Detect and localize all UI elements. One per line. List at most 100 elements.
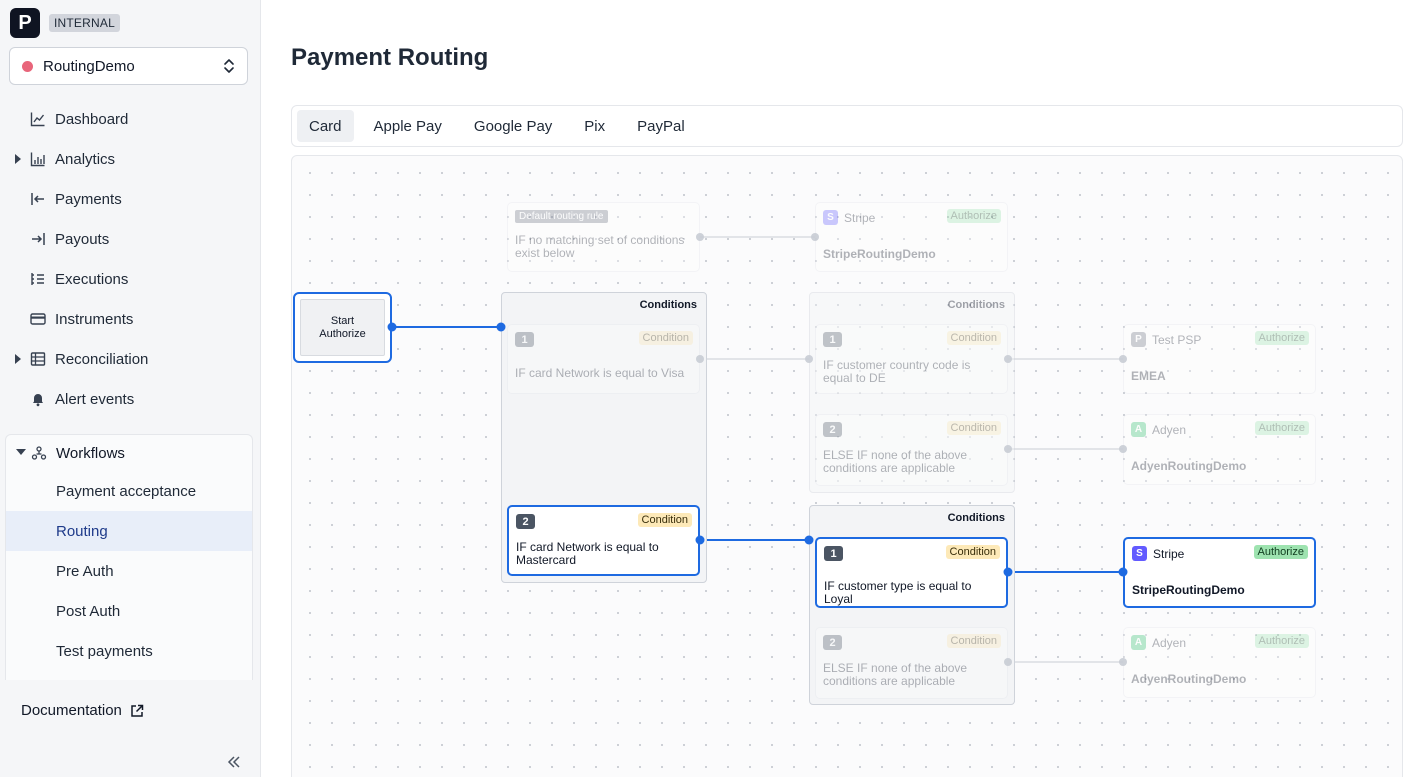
adyen-logo-icon: A [1131,422,1146,437]
stripe-logo-icon: S [823,210,838,225]
psp-header: A Adyen [1131,635,1186,650]
condition-number: 1 [823,332,842,347]
condition-number: 1 [824,546,843,561]
condition-text: IF card Network is equal to Mastercard [516,540,659,567]
psp-node-adyen-2[interactable]: A Adyen Authorize AdyenRoutingDemo [1123,627,1316,698]
psp-account-name: StripeRoutingDemo [1132,583,1245,597]
sidebar-nav: Dashboard Analytics Payments Payouts Exe… [0,99,261,419]
psp-account-name: AdyenRoutingDemo [1131,459,1247,473]
sidebar-item-label: Reconciliation [55,350,149,368]
psp-node-stripe[interactable]: S Stripe Authorize StripeRoutingDemo [1123,537,1316,608]
psp-node-test-psp[interactable]: P Test PSP Authorize EMEA [1123,324,1316,394]
sidebar-item-payments[interactable]: Payments [0,179,261,219]
bar-chart-icon [30,152,45,167]
test-psp-logo-icon: P [1131,332,1146,347]
sidebar-item-payouts[interactable]: Payouts [0,219,261,259]
sidebar-item-dashboard[interactable]: Dashboard [0,99,261,139]
psp-account-name: AdyenRoutingDemo [1131,672,1247,686]
condition-badge: Condition [946,331,1001,345]
condition-node-visa[interactable]: 1 Condition IF card Network is equal to … [507,324,700,394]
condition-node-mastercard[interactable]: 2 Condition IF card Network is equal to … [507,505,700,576]
account-status-dot [22,60,33,72]
documentation-link[interactable]: Documentation [21,702,144,719]
sidebar-item-reconciliation[interactable]: Reconciliation [0,339,261,379]
collapse-sidebar-icon[interactable] [226,754,242,770]
tab-google-pay[interactable]: Google Pay [462,110,564,142]
condition-badge: Condition [946,634,1001,648]
sidebar-item-alert-events[interactable]: Alert events [0,379,261,419]
condition-node-else-2[interactable]: 2 Condition ELSE IF none of the above co… [815,627,1008,699]
sidebar-item-label: Alert events [55,390,135,408]
account-selector[interactable]: RoutingDemo [9,47,248,85]
default-rule-text: IF no matching set of conditions exist b… [515,233,685,260]
sidebar-item-label: Analytics [55,150,116,168]
psp-account-name: EMEA [1131,369,1166,383]
sidebar-subitem-pre-auth[interactable]: Pre Auth [6,551,252,591]
sidebar-item-instruments[interactable]: Instruments [0,299,261,339]
psp-header: S Stripe [823,210,875,225]
condition-node-country-de[interactable]: 1 Condition IF customer country code is … [815,324,1008,394]
caret-right-icon[interactable] [15,354,21,364]
stripe-logo-icon: S [1132,546,1147,561]
sidebar-subitem-test-payments[interactable]: Test payments [6,631,252,671]
condition-text: ELSE IF none of the above conditions are… [823,661,968,688]
brand: P INTERNAL [10,8,120,38]
condition-badge: Condition [638,331,693,345]
conditions-group-title: Conditions [639,299,697,311]
tab-pix[interactable]: Pix [572,110,617,142]
conditions-group-title: Conditions [947,512,1005,524]
documentation-label: Documentation [21,702,122,719]
sidebar-item-label: Workflows [56,444,125,462]
condition-badge: Condition [637,513,692,527]
condition-text: IF customer type is equal to Loyal [824,579,972,606]
default-rule-chip: Default routing rule [515,210,608,223]
page-title: Payment Routing [291,44,489,71]
card-icon [30,313,46,325]
condition-text: ELSE IF none of the above conditions are… [823,448,968,475]
condition-node-else-1[interactable]: 2 Condition ELSE IF none of the above co… [815,414,1008,486]
condition-text: IF card Network is equal to Visa [515,366,685,380]
authorize-badge: Authorize [1253,545,1308,559]
authorize-badge: Authorize [1254,634,1309,648]
sidebar-item-executions[interactable]: Executions [0,259,261,299]
external-link-icon [131,704,144,717]
start-authorize-node[interactable]: Start Authorize [293,292,392,363]
condition-number: 2 [516,514,535,529]
app-logo[interactable]: P [10,8,40,38]
start-authorize-label: Start Authorize [300,299,385,356]
chevron-up-down-icon [224,59,234,73]
tab-card[interactable]: Card [297,110,354,142]
workflow-icon [31,446,47,460]
adyen-logo-icon: A [1131,635,1146,650]
sidebar-subitem-routing[interactable]: Routing [6,511,252,551]
psp-provider: Test PSP [1152,332,1202,347]
conditions-group-title: Conditions [947,299,1005,311]
condition-text: IF customer country code is equal to DE [823,358,971,385]
tab-apple-pay[interactable]: Apple Pay [362,110,454,142]
authorize-badge: Authorize [1254,331,1309,345]
default-rule-node[interactable]: Default routing rule IF no matching set … [507,202,700,272]
sidebar-item-label: Payouts [55,230,110,248]
sidebar-subitem-payment-acceptance[interactable]: Payment acceptance [6,471,252,511]
psp-header: A Adyen [1131,422,1186,437]
sidebar-item-workflows[interactable]: Workflows [6,435,252,471]
sidebar-item-label: Dashboard [55,110,129,128]
environment-badge: INTERNAL [49,14,120,32]
arrow-in-icon [31,193,44,205]
caret-right-icon[interactable] [15,154,21,164]
condition-node-loyal[interactable]: 1 Condition IF customer type is equal to… [815,537,1008,608]
sidebar-subitem-post-auth[interactable]: Post Auth [6,591,252,631]
tab-paypal[interactable]: PayPal [625,110,697,142]
caret-down-icon[interactable] [16,449,26,455]
psp-header: S Stripe [1132,546,1184,561]
psp-node-adyen-1[interactable]: A Adyen Authorize AdyenRoutingDemo [1123,414,1316,485]
authorize-badge: Authorize [1254,421,1309,435]
authorize-badge: Authorize [946,209,1001,223]
psp-provider: Adyen [1152,635,1187,650]
list-icon [31,273,44,285]
condition-number: 2 [823,422,842,437]
default-psp-node[interactable]: S Stripe Authorize StripeRoutingDemo [815,202,1008,272]
sidebar-item-analytics[interactable]: Analytics [0,139,261,179]
table-icon [30,352,46,366]
workflows-section: Workflows Payment acceptance Routing Pre… [5,434,253,680]
